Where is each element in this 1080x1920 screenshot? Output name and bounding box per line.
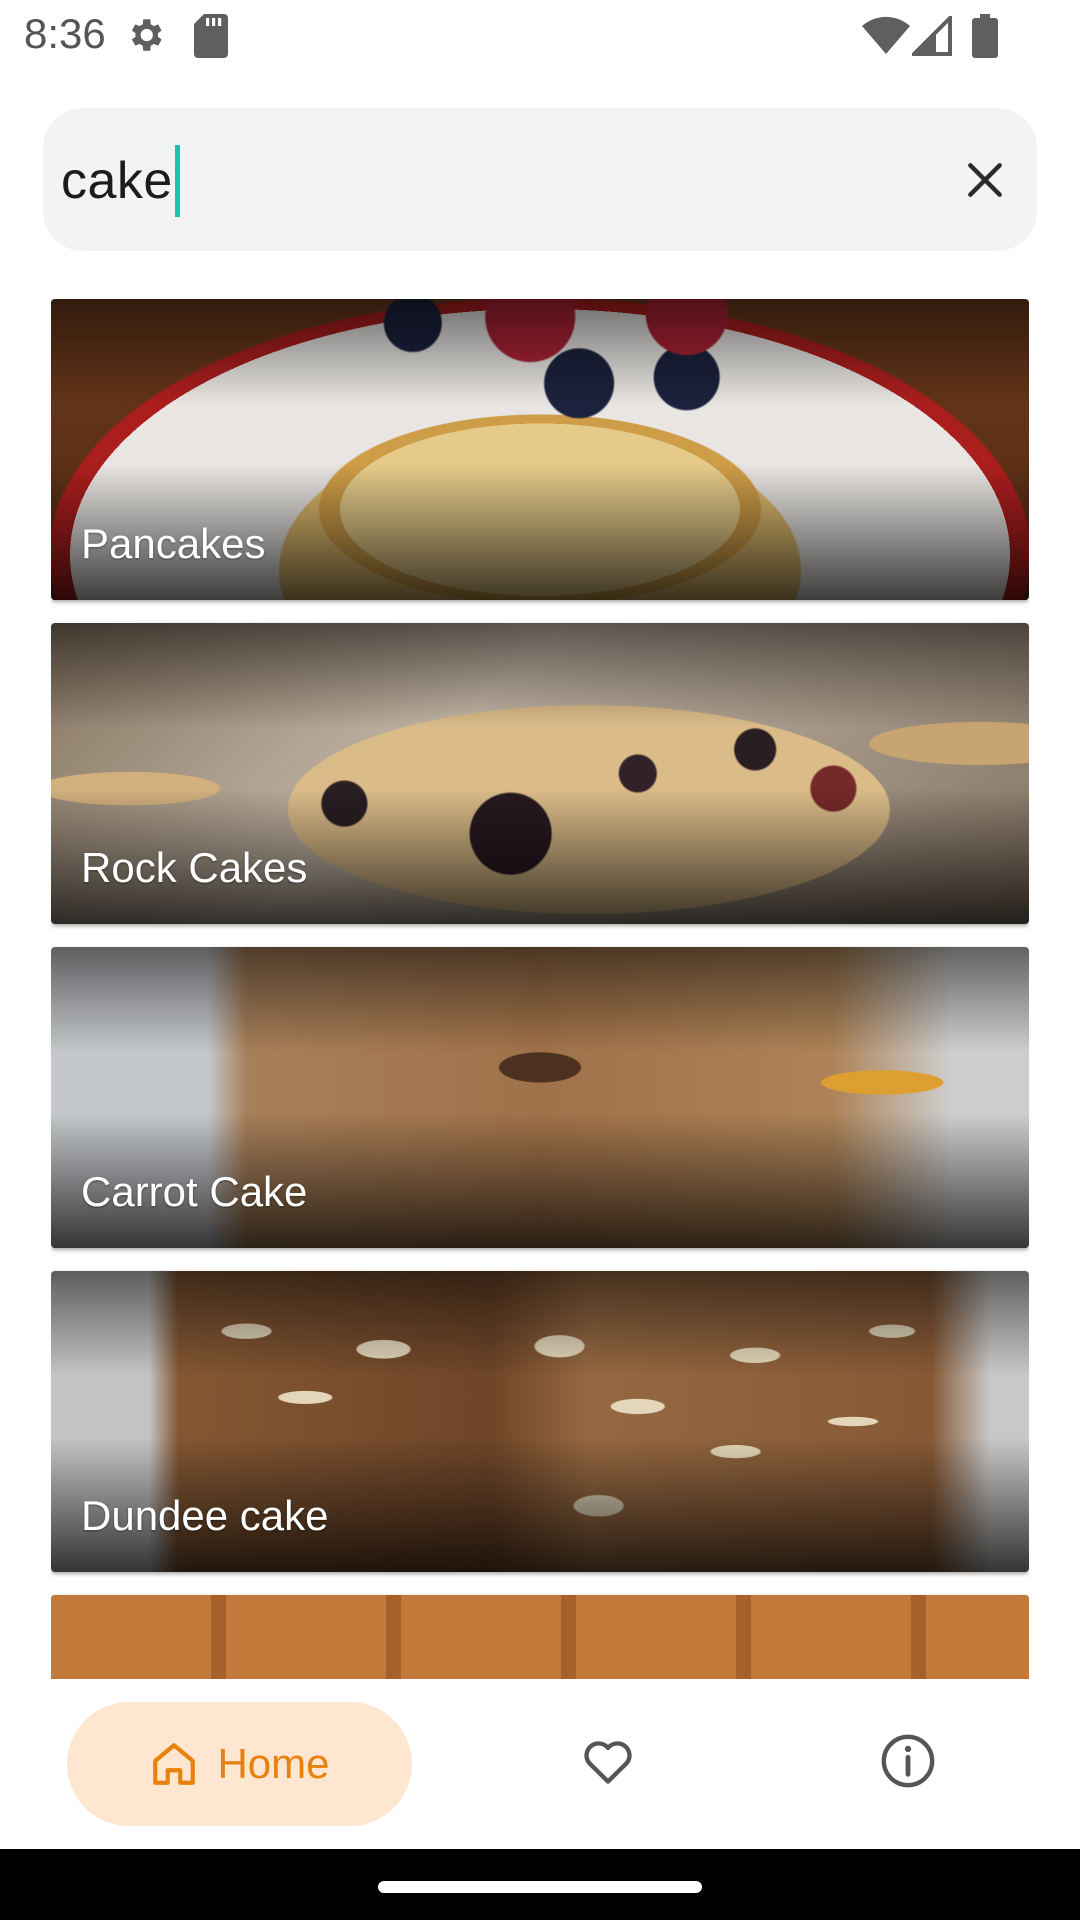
nav-home-label: Home xyxy=(217,1740,330,1787)
recipe-title: Dundee cake xyxy=(81,1492,329,1539)
wifi-icon xyxy=(862,16,910,54)
recipe-title: Carrot Cake xyxy=(81,1168,308,1215)
status-bar: 8:36 xyxy=(0,0,1080,74)
nav-home[interactable]: Home xyxy=(67,1702,412,1826)
sd-card-icon xyxy=(194,14,228,58)
recipe-image xyxy=(51,1595,1029,1679)
home-icon xyxy=(153,1743,196,1785)
nav-about[interactable] xyxy=(866,1719,950,1803)
search-box[interactable]: cake xyxy=(43,108,1037,251)
recipe-card-carrot-cake[interactable]: Carrot Cake xyxy=(51,947,1029,1248)
recipe-title: Pancakes xyxy=(81,520,266,567)
battery-icon xyxy=(972,14,998,58)
recipe-title: Rock Cakes xyxy=(81,844,308,891)
recipe-card-rock-cakes[interactable]: Rock Cakes xyxy=(51,623,1029,924)
search-input[interactable]: cake xyxy=(61,145,180,217)
close-icon xyxy=(968,163,1002,197)
heart-icon xyxy=(584,1741,632,1784)
recipe-card-pancakes[interactable]: Pancakes xyxy=(51,299,1029,600)
system-gesture-bar xyxy=(0,1849,1080,1920)
cell-signal-icon xyxy=(912,16,952,56)
recipe-card-partial[interactable] xyxy=(51,1595,1029,1679)
gear-icon xyxy=(131,19,162,51)
text-caret xyxy=(174,145,180,217)
home-gesture-handle[interactable] xyxy=(378,1881,702,1893)
search-value[interactable]: cake xyxy=(61,151,173,211)
clear-search-button[interactable] xyxy=(945,140,1025,220)
screen: 8:36 cake Pancakes Rock Cakes Carrot Cak… xyxy=(0,0,1080,1920)
recipe-list[interactable]: Pancakes Rock Cakes Carrot Cake Dundee c… xyxy=(51,299,1029,1679)
status-time: 8:36 xyxy=(24,10,106,57)
recipe-card-dundee-cake[interactable]: Dundee cake xyxy=(51,1271,1029,1572)
bottom-navigation: Home xyxy=(0,1679,1080,1849)
nav-favorites[interactable] xyxy=(566,1719,650,1803)
info-icon xyxy=(881,1734,935,1788)
